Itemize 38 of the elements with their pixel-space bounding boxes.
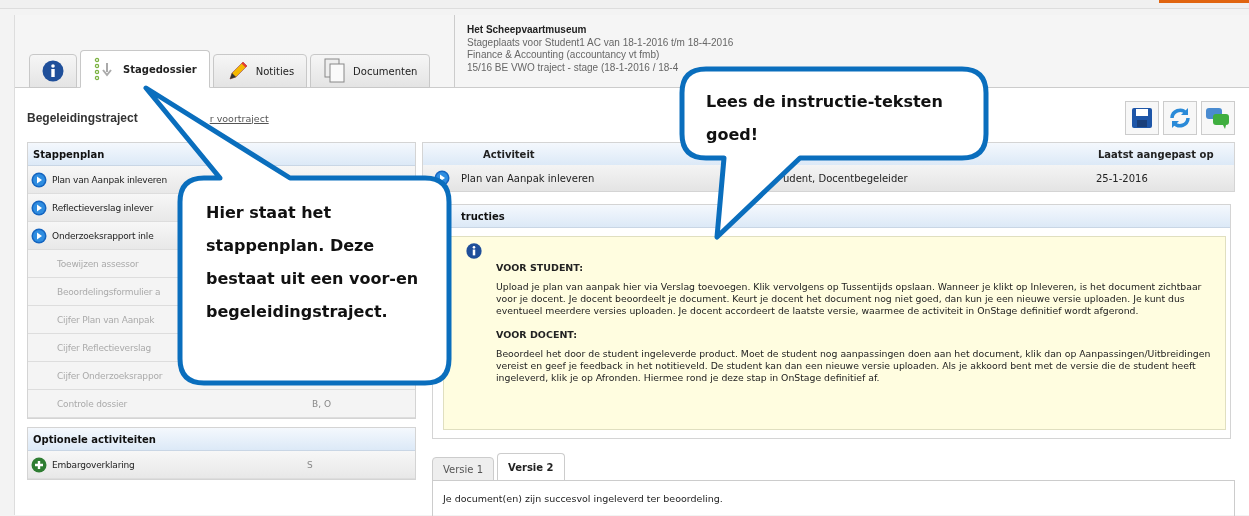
refresh-icon bbox=[1168, 106, 1192, 130]
tab[interactable]: Documenten bbox=[310, 54, 431, 88]
version-tab[interactable]: Versie 2 bbox=[497, 453, 565, 481]
save-icon bbox=[1130, 106, 1154, 130]
section-title: Begeleidingstraject bbox=[27, 111, 138, 125]
chat-icon bbox=[1205, 106, 1231, 130]
comment-button[interactable] bbox=[1201, 101, 1235, 135]
column-header: Laatst aangepast op bbox=[1098, 148, 1214, 160]
table-cell-text: udent, Docentbegeleider bbox=[783, 172, 909, 184]
info-icon bbox=[42, 60, 64, 82]
documents-icon bbox=[323, 58, 348, 84]
add-icon[interactable] bbox=[31, 456, 47, 473]
instruction-text: Upload je plan van aanpak hier via Verslag toevoegen. Klik vervolgens op Tussentijds opslaan. Wanneer je klikt op Inleveren, is het document zichtbaar voor je docent. Je docent beoordeelt je document. Keurt je docent het document nog niet goed, dan kun je een nieuwe versie uploaden. Je kunt dus eventueel meerdere versies uploaden. Je docent accordeert de laatste versie, waarmee de activiteit in OnStage definitief wordt afgerond. bbox=[496, 281, 1203, 317]
table-cell: 25-1-2016 bbox=[1096, 172, 1148, 184]
step-roles: S bbox=[307, 459, 313, 470]
placement-detail: Stageplaats voor Student1 AC van 18-1-2016 t/m 18-4-2016 bbox=[467, 36, 735, 49]
play-icon[interactable] bbox=[31, 199, 47, 216]
panel-header: Optionele activiteiten bbox=[28, 428, 415, 451]
save-button[interactable] bbox=[1125, 101, 1159, 135]
instruction-heading: VOOR STUDENT: bbox=[496, 262, 585, 274]
column-header: Activiteit bbox=[482, 148, 536, 160]
placement-title: Het Scheepvaartmuseum bbox=[467, 24, 588, 37]
version-tab[interactable]: Versie 1 bbox=[432, 457, 494, 481]
play-icon[interactable] bbox=[31, 171, 47, 188]
step-roles: B, O bbox=[312, 398, 331, 409]
instruction-text: Beoordeel het door de student ingeleverde product. Moet de student nog aanpassingen doen aan het document, klik dan op Aanpassingen/Uitbreidingen vereist en geef je feedback in het notitieveld. De student kan dan een nieuwe versie uploaden. Als je akkoord bent met de versie die de student heeft ingeleverd, klik je op Afronden. Hiermee rond je deze stap in OnStage definitief af. bbox=[496, 348, 1212, 384]
info-icon bbox=[466, 243, 482, 259]
table-cell-text: Plan van Aanpak inleveren bbox=[461, 172, 596, 184]
placement-detail: Finance & Accounting (accountancy vt fmb) bbox=[467, 49, 661, 62]
tab[interactable] bbox=[29, 54, 77, 88]
voortraject-link[interactable]: r voortraject bbox=[209, 112, 269, 124]
tab[interactable]: Stagedossier bbox=[80, 50, 210, 88]
step-label[interactable]: Embargoverklaring bbox=[52, 459, 307, 470]
version-message: Je document(en) zijn succesvol ingeleverd ter beoordeling. bbox=[443, 493, 723, 504]
instruction-heading: VOOR DOCENT: bbox=[496, 329, 579, 341]
play-icon[interactable] bbox=[31, 227, 47, 244]
tab[interactable]: Notities bbox=[212, 54, 308, 88]
placement-detail: 15/16 BE VWO traject - stage (18-1-2016 / 18-4 bbox=[467, 61, 680, 74]
